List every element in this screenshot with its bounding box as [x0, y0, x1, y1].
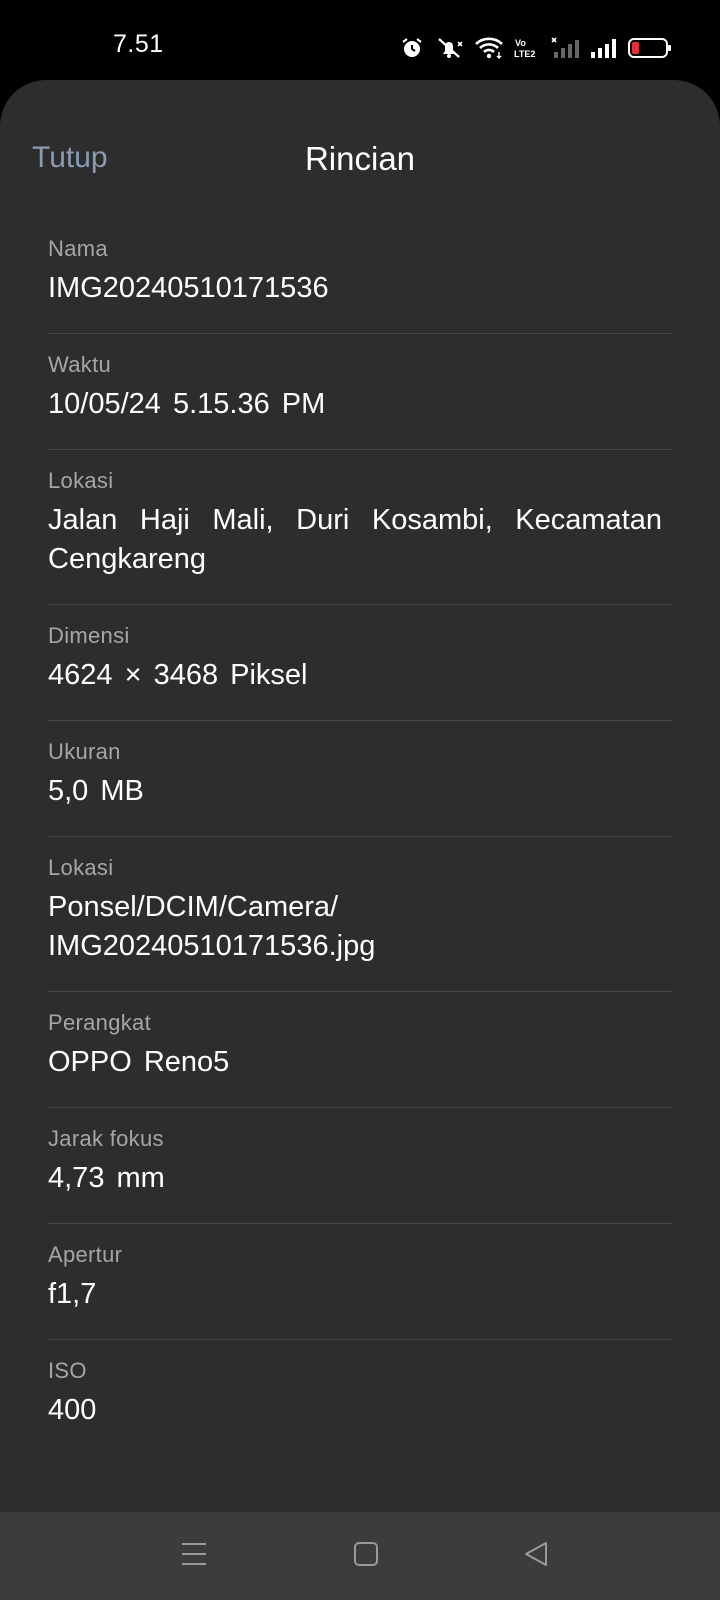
detail-value: 400 [48, 1394, 97, 1426]
back-button[interactable] [512, 1532, 560, 1580]
back-icon [522, 1540, 550, 1573]
signal-sim2-icon [590, 36, 618, 60]
wifi-icon [474, 36, 504, 60]
details-sheet: Tutup Rincian Nama IMG20240510171536 Wak… [0, 80, 720, 1512]
status-time: 7.51 [113, 30, 164, 58]
detail-label: Lokasi [48, 855, 114, 880]
muted-bell-icon [434, 36, 464, 60]
detail-value: Jalan Haji Mali, Duri Kosambi, Kecamatan… [48, 504, 662, 575]
svg-text:Vo: Vo [515, 38, 526, 48]
detail-item-path: Lokasi Ponsel/DCIM/Camera/ IMG2024051017… [48, 837, 672, 992]
detail-value: f1,7 [48, 1278, 97, 1310]
detail-label: Dimensi [48, 623, 130, 648]
detail-item-dimensions: Dimensi 4624 × 3468 Piksel [48, 605, 672, 721]
detail-label: ISO [48, 1358, 87, 1383]
detail-value: 4624 × 3468 Piksel [48, 659, 308, 691]
detail-value: IMG20240510171536 [48, 272, 329, 304]
detail-label: Jarak fokus [48, 1126, 164, 1151]
menu-button[interactable] [170, 1532, 218, 1580]
status-icons: Vo LTE2 [400, 34, 672, 62]
sheet-header: Tutup Rincian [0, 80, 720, 200]
detail-label: Waktu [48, 352, 112, 377]
volte-icon: Vo LTE2 [514, 36, 540, 60]
detail-item-location: Lokasi Jalan Haji Mali, Duri Kosambi, Ke… [48, 450, 672, 605]
detail-item-focal-length: Jarak fokus 4,73 mm [48, 1108, 672, 1224]
detail-label: Apertur [48, 1242, 123, 1267]
detail-label: Perangkat [48, 1010, 151, 1035]
detail-item-time: Waktu 10/05/24 5.15.36 PM [48, 334, 672, 450]
detail-label: Ukuran [48, 739, 121, 764]
detail-label: Lokasi [48, 468, 114, 493]
detail-item-name: Nama IMG20240510171536 [48, 218, 672, 334]
home-icon [352, 1540, 380, 1573]
detail-value: 5,0 MB [48, 775, 144, 807]
detail-item-iso: ISO 400 [48, 1340, 672, 1455]
detail-item-size: Ukuran 5,0 MB [48, 721, 672, 837]
detail-list: Nama IMG20240510171536 Waktu 10/05/24 5.… [48, 218, 672, 1455]
home-button[interactable] [342, 1532, 390, 1580]
detail-label: Nama [48, 236, 108, 261]
detail-value: 4,73 mm [48, 1162, 165, 1194]
detail-value: 10/05/24 5.15.36 PM [48, 388, 326, 420]
navigation-bar [0, 1512, 720, 1600]
detail-item-aperture: Apertur f1,7 [48, 1224, 672, 1340]
battery-low-icon [628, 36, 672, 60]
detail-value: OPPO Reno5 [48, 1046, 230, 1078]
svg-text:LTE2: LTE2 [514, 49, 535, 59]
alarm-icon [400, 36, 424, 60]
detail-item-device: Perangkat OPPO Reno5 [48, 992, 672, 1108]
detail-value: Ponsel/DCIM/Camera/ IMG20240510171536.jp… [48, 891, 376, 962]
menu-icon [180, 1540, 208, 1573]
signal-sim1-icon [550, 36, 580, 60]
page-title: Rincian [304, 140, 416, 177]
